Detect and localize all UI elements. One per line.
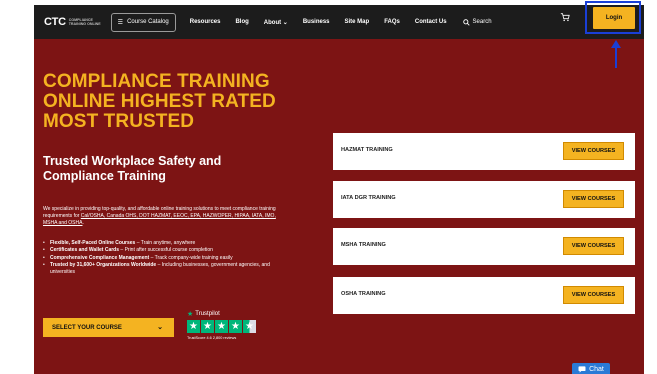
select-course-label: SELECT YOUR COURSE bbox=[52, 324, 122, 331]
nav-link-about-label: About bbox=[263, 19, 282, 26]
trustpilot-widget[interactable]: ★ Trustpilot ★ ★ ★ ★ ★ TrustScore 4.6 2,… bbox=[187, 310, 256, 340]
star-icon: ★ bbox=[215, 320, 228, 333]
logo-subtitle: COMPLIANCE TRAINING ONLINE bbox=[68, 18, 101, 26]
nav-link-site-map[interactable]: Site Map bbox=[345, 19, 370, 25]
feature-text: – Track company-wide training easily bbox=[149, 254, 233, 261]
cart-icon[interactable] bbox=[560, 12, 570, 24]
view-courses-button[interactable]: VIEW COURSES bbox=[563, 286, 624, 304]
card-title: MSHA TRAINING bbox=[341, 242, 386, 248]
top-nav: CTC COMPLIANCE TRAINING ONLINE ☰ Course C… bbox=[34, 5, 644, 39]
trustpilot-score: TrustScore 4.6 2,800 reviews bbox=[187, 336, 237, 340]
feature-item: Certificates and Wallet Cards – Print af… bbox=[43, 247, 288, 254]
headline-line-2: ONLINE HIGHEST RATED bbox=[43, 91, 276, 112]
nav-link-about[interactable]: About ⌄ bbox=[264, 19, 288, 26]
site-logo[interactable]: CTC COMPLIANCE TRAINING ONLINE bbox=[44, 16, 101, 28]
select-course-dropdown[interactable]: SELECT YOUR COURSE ⌄ bbox=[43, 318, 174, 337]
feature-item: Comprehensive Compliance Management – Tr… bbox=[43, 254, 288, 262]
view-courses-button[interactable]: VIEW COURSES bbox=[563, 237, 624, 255]
feature-title: Trusted by 31,600+ Organizations Worldwi… bbox=[50, 262, 157, 269]
trustpilot-logo: ★ Trustpilot bbox=[187, 310, 256, 318]
hero-intro: We specialize in providing top-quality, … bbox=[43, 206, 288, 226]
nav-link-business[interactable]: Business bbox=[303, 19, 330, 25]
training-card-hazmat: HAZMAT TRAINING VIEW COURSES bbox=[333, 133, 635, 170]
hero-headline: COMPLIANCE TRAINING ONLINE HIGHEST RATED… bbox=[43, 72, 293, 132]
chat-label: Chat bbox=[589, 366, 604, 373]
feature-text: – Print after successful course completi… bbox=[119, 247, 213, 254]
star-icon: ★ bbox=[201, 320, 214, 333]
chevron-down-icon: ⌄ bbox=[157, 324, 163, 331]
nav-link-resources[interactable]: Resources bbox=[190, 19, 221, 25]
nav-link-contact-us[interactable]: Contact Us bbox=[415, 19, 447, 25]
card-title: OSHA TRAINING bbox=[341, 291, 386, 297]
nav-link-blog[interactable]: Blog bbox=[235, 19, 248, 25]
search-icon bbox=[462, 18, 470, 26]
annotation-arrow-shaft bbox=[615, 46, 617, 68]
headline-line-3: MOST TRUSTED bbox=[43, 111, 195, 132]
view-courses-button[interactable]: VIEW COURSES bbox=[563, 190, 624, 208]
star-icon: ★ bbox=[229, 320, 242, 333]
chat-icon bbox=[578, 366, 586, 373]
feature-title: Comprehensive Compliance Management bbox=[50, 254, 150, 261]
trustpilot-star-icon: ★ bbox=[187, 311, 194, 318]
nav-search[interactable]: Search bbox=[462, 18, 492, 26]
headline-line-1: COMPLIANCE TRAINING bbox=[43, 71, 270, 92]
login-button[interactable]: Login bbox=[593, 7, 635, 29]
nav-link-faqs[interactable]: FAQs bbox=[384, 19, 400, 25]
half-star-icon: ★ bbox=[243, 320, 256, 333]
course-catalog-label: Course Catalog bbox=[127, 19, 169, 25]
chevron-down-icon: ⌄ bbox=[282, 19, 288, 26]
hero-subheading: Trusted Workplace Safety and Compliance … bbox=[43, 154, 222, 183]
feature-item: Trusted by 31,600+ Organizations Worldwi… bbox=[43, 262, 288, 275]
course-catalog-button[interactable]: ☰ Course Catalog bbox=[110, 12, 176, 32]
training-card-iata-dgr: IATA DGR TRAINING VIEW COURSES bbox=[333, 181, 635, 218]
logo-mark: CTC bbox=[44, 16, 66, 28]
card-title: HAZMAT TRAINING bbox=[341, 147, 393, 153]
training-card-msha: MSHA TRAINING VIEW COURSES bbox=[333, 228, 635, 265]
card-title: IATA DGR TRAINING bbox=[341, 195, 396, 201]
search-label: Search bbox=[472, 19, 492, 25]
training-card-osha: OSHA TRAINING VIEW COURSES bbox=[333, 277, 635, 314]
intro-suffix: . bbox=[82, 219, 84, 226]
feature-title: Certificates and Wallet Cards bbox=[50, 247, 120, 254]
feature-item: Flexible, Self-Paced Online Courses – Tr… bbox=[43, 240, 288, 247]
feature-title: Flexible, Self-Paced Online Courses bbox=[50, 240, 136, 246]
view-courses-button[interactable]: VIEW COURSES bbox=[563, 142, 624, 160]
trustpilot-rating-stars: ★ ★ ★ ★ ★ bbox=[187, 320, 256, 333]
chat-button[interactable]: Chat bbox=[572, 363, 610, 374]
page: CTC COMPLIANCE TRAINING ONLINE ☰ Course C… bbox=[0, 0, 657, 374]
menu-icon: ☰ bbox=[117, 19, 124, 26]
trustpilot-label: Trustpilot bbox=[195, 311, 220, 317]
feature-text: – Train anytime, anywhere bbox=[135, 240, 196, 246]
feature-list: Flexible, Self-Paced Online Courses – Tr… bbox=[43, 240, 288, 276]
star-icon: ★ bbox=[187, 320, 200, 333]
